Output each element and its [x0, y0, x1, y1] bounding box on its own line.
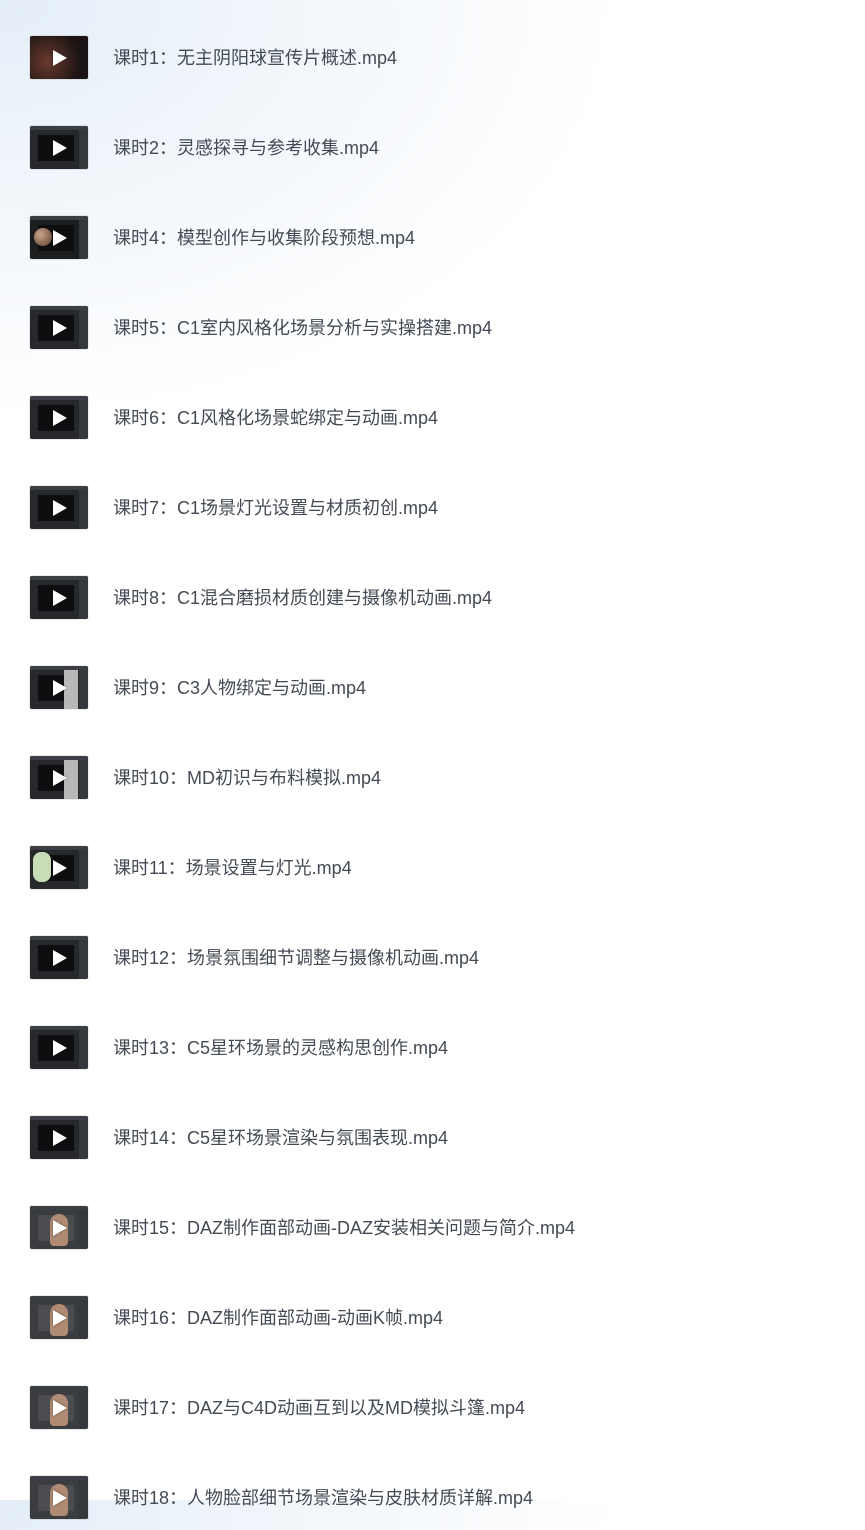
lesson-item[interactable]: 课时10：MD初识与布料模拟.mp4 — [0, 720, 865, 810]
lesson-title: 课时7：C1场景灯光设置与材质初创.mp4 — [113, 498, 439, 518]
video-thumbnail[interactable] — [30, 396, 88, 439]
lesson-item[interactable]: 课时7：C1场景灯光设置与材质初创.mp4 — [0, 450, 865, 540]
lesson-title: 课时12：场景氛围细节调整与摄像机动画.mp4 — [113, 948, 480, 968]
lesson-item[interactable]: 课时8：C1混合磨损材质创建与摄像机动画.mp4 — [0, 540, 865, 630]
lesson-item[interactable]: 课时14：C5星环场景渲染与氛围表现.mp4 — [0, 1080, 865, 1170]
lesson-item[interactable]: 课时11：场景设置与灯光.mp4 — [0, 810, 865, 900]
lesson-item[interactable]: 课时4：模型创作与收集阶段预想.mp4 — [0, 180, 865, 270]
video-thumbnail[interactable] — [30, 306, 88, 349]
lesson-title: 课时8：C1混合磨损材质创建与摄像机动画.mp4 — [113, 588, 493, 608]
video-thumbnail[interactable] — [30, 846, 88, 889]
video-thumbnail[interactable] — [30, 486, 88, 529]
lesson-item[interactable]: 课时5：C1室内风格化场景分析与实操搭建.mp4 — [0, 270, 865, 360]
video-thumbnail[interactable] — [30, 126, 88, 169]
lesson-item[interactable]: 课时16：DAZ制作面部动画-动画K帧.mp4 — [0, 1260, 865, 1350]
play-icon — [53, 1039, 67, 1056]
video-thumbnail[interactable] — [30, 1296, 88, 1339]
lesson-title: 课时11：场景设置与灯光.mp4 — [113, 858, 352, 878]
lesson-title: 课时6：C1风格化场景蛇绑定与动画.mp4 — [113, 408, 439, 428]
video-thumbnail[interactable] — [30, 36, 88, 79]
lesson-title: 课时17：DAZ与C4D动画互到以及MD模拟斗篷.mp4 — [113, 1398, 526, 1418]
play-icon — [53, 409, 67, 426]
play-icon — [53, 859, 67, 876]
lesson-title: 课时9：C3人物绑定与动画.mp4 — [113, 678, 367, 698]
play-icon — [53, 1219, 67, 1236]
lesson-item[interactable]: 课时9：C3人物绑定与动画.mp4 — [0, 630, 865, 720]
lesson-title: 课时4：模型创作与收集阶段预想.mp4 — [113, 228, 416, 248]
lesson-title: 课时14：C5星环场景渲染与氛围表现.mp4 — [113, 1128, 449, 1148]
play-icon — [53, 1399, 67, 1416]
lesson-title: 课时18：人物脸部细节场景渲染与皮肤材质详解.mp4 — [113, 1488, 534, 1508]
video-thumbnail[interactable] — [30, 576, 88, 619]
play-icon — [53, 229, 67, 246]
lesson-item[interactable]: 课时17：DAZ与C4D动画互到以及MD模拟斗篷.mp4 — [0, 1350, 865, 1440]
play-icon — [53, 589, 67, 606]
play-icon — [53, 769, 67, 786]
video-thumbnail[interactable] — [30, 216, 88, 259]
video-thumbnail[interactable] — [30, 1026, 88, 1069]
play-icon — [53, 949, 67, 966]
lesson-title: 课时16：DAZ制作面部动画-动画K帧.mp4 — [113, 1308, 444, 1328]
lesson-item[interactable]: 课时2：灵感探寻与参考收集.mp4 — [0, 90, 865, 180]
lesson-item[interactable]: 课时18：人物脸部细节场景渲染与皮肤材质详解.mp4 — [0, 1440, 865, 1530]
video-thumbnail[interactable] — [30, 1386, 88, 1429]
play-icon — [53, 499, 67, 516]
play-icon — [53, 1309, 67, 1326]
video-thumbnail[interactable] — [30, 1206, 88, 1249]
lesson-item[interactable]: 课时6：C1风格化场景蛇绑定与动画.mp4 — [0, 360, 865, 450]
play-icon — [53, 49, 67, 66]
lesson-title: 课时10：MD初识与布料模拟.mp4 — [113, 768, 382, 788]
play-icon — [53, 139, 67, 156]
video-thumbnail[interactable] — [30, 666, 88, 709]
play-icon — [53, 1129, 67, 1146]
video-thumbnail[interactable] — [30, 1476, 88, 1519]
play-icon — [53, 679, 67, 696]
lesson-item[interactable]: 课时13：C5星环场景的灵感构思创作.mp4 — [0, 990, 865, 1080]
lesson-title: 课时15：DAZ制作面部动画-DAZ安装相关问题与简介.mp4 — [113, 1218, 576, 1238]
lesson-title: 课时1：无主阴阳球宣传片概述.mp4 — [113, 48, 398, 68]
video-thumbnail[interactable] — [30, 936, 88, 979]
play-icon — [53, 1489, 67, 1506]
play-icon — [53, 319, 67, 336]
lesson-title: 课时5：C1室内风格化场景分析与实操搭建.mp4 — [113, 318, 493, 338]
lesson-item[interactable]: 课时1：无主阴阳球宣传片概述.mp4 — [0, 0, 865, 90]
lesson-title: 课时2：灵感探寻与参考收集.mp4 — [113, 138, 380, 158]
lesson-item[interactable]: 课时12：场景氛围细节调整与摄像机动画.mp4 — [0, 900, 865, 990]
video-thumbnail[interactable] — [30, 756, 88, 799]
lesson-title: 课时13：C5星环场景的灵感构思创作.mp4 — [113, 1038, 449, 1058]
lesson-item[interactable]: 课时15：DAZ制作面部动画-DAZ安装相关问题与简介.mp4 — [0, 1170, 865, 1260]
video-thumbnail[interactable] — [30, 1116, 88, 1159]
